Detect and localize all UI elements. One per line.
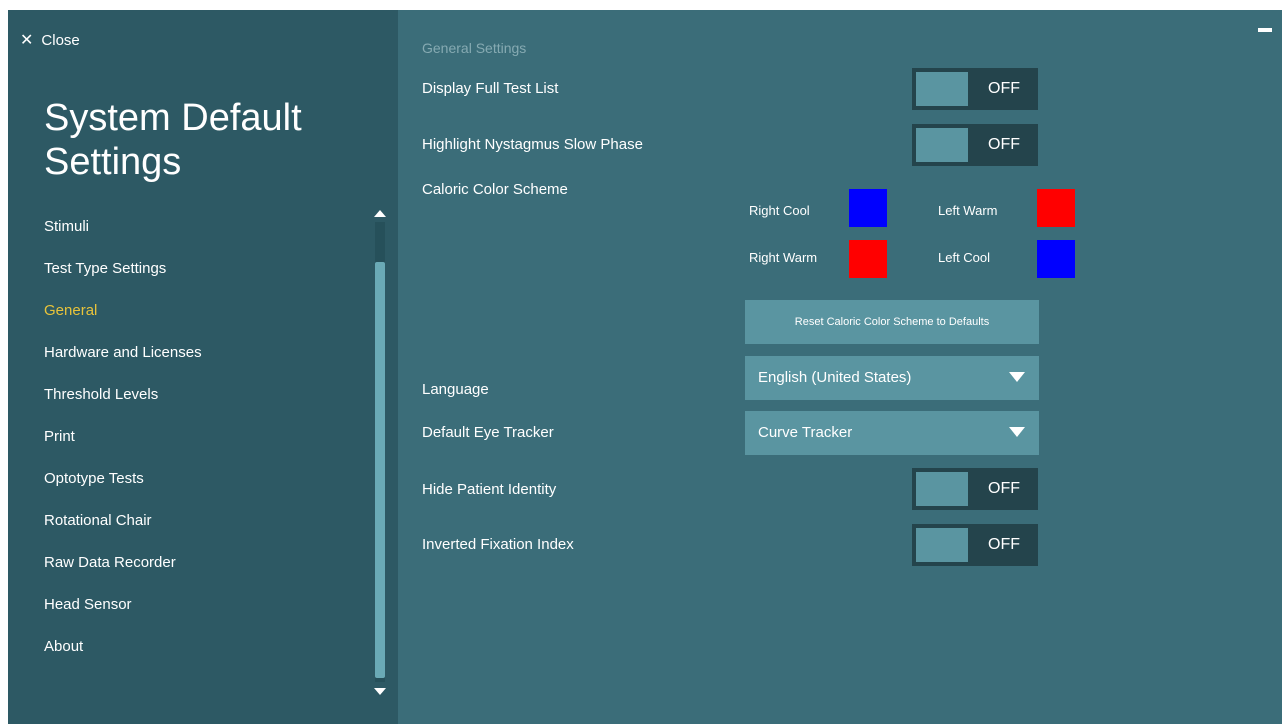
- left-warm-label: Left Warm: [938, 203, 998, 218]
- sidebar-item-stimuli[interactable]: Stimuli: [44, 217, 202, 259]
- close-button[interactable]: ✕ Close: [20, 32, 80, 49]
- sidebar-item-rotational-chair[interactable]: Rotational Chair: [44, 511, 202, 553]
- sidebar-item-test-type-settings[interactable]: Test Type Settings: [44, 259, 202, 301]
- language-label: Language: [422, 381, 489, 398]
- highlight-nystagmus-toggle[interactable]: OFF: [912, 124, 1038, 166]
- scroll-up-arrow-icon[interactable]: [374, 210, 386, 217]
- default-eye-tracker-dropdown[interactable]: Curve Tracker: [745, 411, 1039, 455]
- sidebar-item-threshold-levels[interactable]: Threshold Levels: [44, 385, 202, 427]
- chevron-down-icon: [1009, 427, 1025, 437]
- right-cool-color-swatch[interactable]: [849, 189, 887, 227]
- left-warm-color-swatch[interactable]: [1037, 189, 1075, 227]
- toggle-state: OFF: [988, 480, 1020, 497]
- left-cool-label: Left Cool: [938, 250, 991, 265]
- sidebar-item-hardware-and-licenses[interactable]: Hardware and Licenses: [44, 343, 202, 385]
- eye-tracker-value: Curve Tracker: [758, 424, 853, 441]
- right-warm-color-swatch[interactable]: [849, 240, 887, 278]
- close-icon: ✕: [20, 31, 34, 49]
- hide-patient-identity-toggle[interactable]: OFF: [912, 468, 1038, 510]
- toggle-knob: [916, 72, 968, 106]
- sidebar-item-head-sensor[interactable]: Head Sensor: [44, 595, 202, 637]
- toggle-state: OFF: [988, 536, 1020, 553]
- default-eye-tracker-label: Default Eye Tracker: [422, 424, 554, 441]
- sidebar-scrollbar[interactable]: [373, 210, 387, 700]
- right-cool-label: Right Cool: [749, 203, 810, 218]
- sidebar-item-optotype-tests[interactable]: Optotype Tests: [44, 469, 202, 511]
- display-full-test-list-label: Display Full Test List: [422, 80, 559, 97]
- toggle-knob: [916, 528, 968, 562]
- toggle-knob: [916, 472, 968, 506]
- toggle-state: OFF: [988, 136, 1020, 153]
- inverted-fixation-index-label: Inverted Fixation Index: [422, 536, 574, 553]
- display-full-test-list-toggle[interactable]: OFF: [912, 68, 1038, 110]
- highlight-nystagmus-label: Highlight Nystagmus Slow Phase: [422, 136, 643, 153]
- minimize-button[interactable]: [1258, 28, 1272, 32]
- right-warm-label: Right Warm: [749, 250, 818, 265]
- sidebar-item-about[interactable]: About: [44, 637, 202, 679]
- scroll-down-arrow-icon[interactable]: [374, 688, 386, 695]
- close-label: Close: [41, 32, 80, 49]
- left-cool-color-swatch[interactable]: [1037, 240, 1075, 278]
- language-dropdown[interactable]: English (United States): [745, 356, 1039, 400]
- sidebar-item-print[interactable]: Print: [44, 427, 202, 469]
- sidebar-title: System Default Settings: [44, 97, 302, 183]
- sidebar-item-general[interactable]: General: [44, 301, 202, 343]
- section-title: General Settings: [422, 40, 527, 56]
- scroll-thumb[interactable]: [375, 262, 385, 678]
- hide-patient-identity-label: Hide Patient Identity: [422, 481, 557, 498]
- chevron-down-icon: [1009, 372, 1025, 382]
- caloric-color-scheme-label: Caloric Color Scheme: [422, 181, 568, 198]
- reset-caloric-color-scheme-button[interactable]: Reset Caloric Color Scheme to Defaults: [745, 300, 1039, 344]
- sidebar-item-raw-data-recorder[interactable]: Raw Data Recorder: [44, 553, 202, 595]
- language-value: English (United States): [758, 369, 912, 386]
- inverted-fixation-index-toggle[interactable]: OFF: [912, 524, 1038, 566]
- toggle-knob: [916, 128, 968, 162]
- toggle-state: OFF: [988, 80, 1020, 97]
- sidebar-nav: Stimuli Test Type Settings General Hardw…: [44, 217, 202, 679]
- settings-window: ✕ Close System Default Settings Stimuli …: [8, 10, 1282, 724]
- sidebar: ✕ Close System Default Settings Stimuli …: [8, 10, 398, 724]
